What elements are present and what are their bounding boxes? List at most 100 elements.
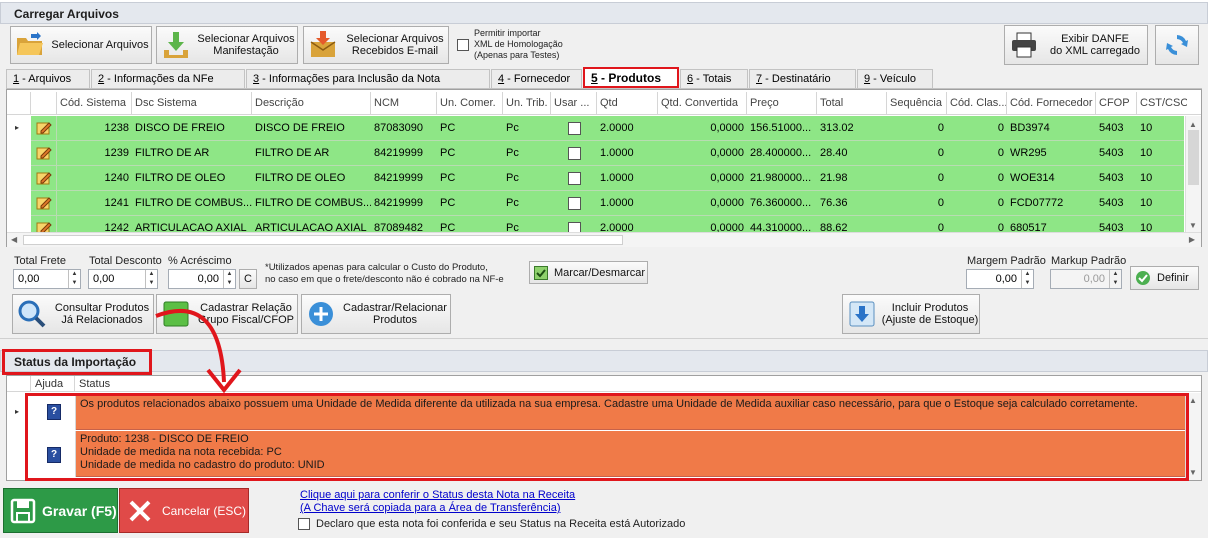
spinner-icon[interactable]: ▲ ▼ [68, 270, 80, 288]
col-header[interactable]: NCM [371, 92, 437, 114]
col-header[interactable]: CST/CSO... [1137, 92, 1187, 114]
col-header[interactable]: Qtd [597, 92, 658, 114]
vertical-scrollbar[interactable]: ▲ ▼ [1185, 116, 1201, 232]
usar-checkbox[interactable] [568, 197, 581, 210]
usar-checkbox-cell[interactable] [551, 191, 597, 216]
table-cell: 0 [997, 122, 1004, 134]
frete-input[interactable]: 0,00 ▲ ▼ [13, 269, 81, 289]
spinner-icon[interactable]: ▲ ▼ [223, 270, 235, 288]
table-cell: 10 [1140, 197, 1153, 209]
desconto-label: Total Desconto [89, 255, 162, 267]
spinner-icon[interactable]: ▲ ▼ [1021, 270, 1033, 288]
declaro-checkbox[interactable] [298, 518, 310, 530]
tab-produtos[interactable]: 5 - Produtos [583, 67, 679, 88]
usar-checkbox[interactable] [568, 122, 581, 135]
scroll-right-icon[interactable]: ▶ [1189, 235, 1195, 244]
icon-col-header [31, 92, 57, 114]
permitir-checkbox[interactable] [457, 39, 469, 51]
tab-arquivos[interactable]: 1 - Arquivos [6, 69, 90, 88]
table-cell: 1240 [104, 172, 129, 184]
col-header[interactable]: Dsc Sistema [132, 92, 252, 114]
row-indicator-header [7, 92, 31, 114]
ajuda-header[interactable]: Ajuda [31, 376, 75, 392]
help-book-icon[interactable]: ? [47, 404, 61, 420]
status-message: Produto: 1238 - DISCO DE FREIO Unidade d… [80, 433, 325, 471]
table-row[interactable]: 1239 FILTRO DE AR FILTRO DE AR 84219999 PC Pc… [31, 141, 1184, 166]
table-cell: 1.0000 [600, 197, 634, 209]
table-cell: 21.98 [820, 172, 848, 184]
table-cell: 87083090 [374, 122, 423, 134]
tab-destinatario[interactable]: 7 - Destinatário [749, 69, 856, 88]
usar-checkbox-cell[interactable] [551, 166, 597, 191]
scroll-up-icon[interactable]: ▲ [1189, 396, 1197, 405]
help-book-icon[interactable]: ? [47, 447, 61, 463]
tab-informacoes-nfe[interactable]: 2 - Informações da NFe [91, 69, 245, 88]
scroll-thumb[interactable] [1188, 130, 1199, 185]
col-header[interactable]: Preço [747, 92, 817, 114]
col-header[interactable]: Un. Trib. [503, 92, 551, 114]
scroll-down-icon[interactable]: ▼ [1189, 221, 1197, 230]
col-header[interactable]: Descrição [252, 92, 371, 114]
col-header[interactable]: Sequência [887, 92, 947, 114]
definir-button[interactable]: Definir [1130, 266, 1199, 290]
col-header[interactable]: Total [817, 92, 887, 114]
consultar-produtos-button[interactable]: Consultar Produtos Já Relacionados [12, 294, 154, 334]
selecionar-arquivos-button[interactable]: Selecionar Arquivos [10, 26, 152, 64]
usar-checkbox[interactable] [568, 172, 581, 185]
incluir-produtos-button[interactable]: Incluir Produtos (Ajuste de Estoque) [842, 294, 980, 334]
chave-copiada-link[interactable]: (A Chave será copiada para a Área de Tra… [300, 502, 560, 514]
cancelar-button[interactable]: Cancelar (ESC) [119, 488, 249, 533]
refresh-button[interactable] [1155, 25, 1199, 65]
email-button[interactable]: Selecionar Arquivos Recebidos E-mail [303, 26, 449, 64]
tab-fornecedor[interactable]: 4 - Fornecedor [491, 69, 582, 88]
table-row[interactable]: 1240 FILTRO DE OLEO FILTRO DE OLEO 84219999… [31, 166, 1184, 191]
acrescimo-input[interactable]: 0,00 ▲ ▼ [168, 269, 236, 289]
products-grid: Cód. Sistema Dsc Sistema Descrição NCM U… [6, 89, 1202, 247]
markup-input[interactable]: 0,00 ▲ ▼ [1050, 269, 1122, 289]
scroll-thumb[interactable] [23, 235, 623, 245]
gravar-button[interactable]: Gravar (F5) [3, 488, 118, 533]
scroll-up-icon[interactable]: ▲ [1189, 120, 1197, 129]
horizontal-scrollbar[interactable]: ◀ ▶ [7, 232, 1201, 247]
col-header[interactable]: Usar ... [551, 92, 597, 114]
marcar-desmarcar-button[interactable]: Marcar/Desmarcar [529, 261, 648, 284]
scroll-down-icon[interactable]: ▼ [1189, 468, 1197, 477]
spinner-icon[interactable]: ▲ ▼ [1109, 270, 1121, 288]
desconto-input[interactable]: 0,00 ▲ ▼ [88, 269, 158, 289]
usar-checkbox-cell[interactable] [551, 141, 597, 166]
col-header[interactable]: Cód. Fornecedor [1007, 92, 1096, 114]
col-header[interactable]: Qtd. Convertida [658, 92, 747, 114]
col-header[interactable]: Cód. Sistema [57, 92, 132, 114]
status-message: Os produtos relacionados abaixo possuem … [80, 398, 1138, 410]
usar-checkbox[interactable] [568, 147, 581, 160]
exibir-danfe-button[interactable]: Exibir DANFE do XML carregado [1004, 25, 1148, 65]
col-header[interactable]: CFOP [1096, 92, 1137, 114]
cadastrar-produtos-button[interactable]: Cadastrar/Relacionar Produtos [301, 294, 451, 334]
scroll-left-icon[interactable]: ◀ [11, 235, 17, 244]
table-row[interactable]: 1241 FILTRO DE COMBUS... FILTRO DE COMBUS.… [31, 191, 1184, 216]
table-cell: 76.360000... [750, 197, 812, 209]
edit-pencil-icon[interactable] [36, 145, 52, 161]
manifestacao-button[interactable]: Selecionar Arquivos Manifestação [156, 26, 298, 64]
col-header[interactable]: Un. Comer. [437, 92, 503, 114]
table-cell: 84219999 [374, 197, 423, 209]
manifestacao-label: Selecionar Arquivos Manifestação [197, 33, 295, 57]
margem-input[interactable]: 0,00 ▲ ▼ [966, 269, 1034, 289]
edit-pencil-icon[interactable] [36, 170, 52, 186]
edit-pencil-icon[interactable] [36, 195, 52, 211]
check-icon [534, 265, 548, 280]
tab-informacoes-inclusao[interactable]: 3 - Informações para Inclusão da Nota [246, 69, 490, 88]
table-cell: 2.0000 [600, 122, 634, 134]
tab-totais[interactable]: 6 - Totais [680, 69, 748, 88]
table-row[interactable]: 1238 DISCO DE FREIO DISCO DE FREIO 87083090… [31, 116, 1184, 141]
save-icon [10, 498, 36, 523]
conferir-status-link[interactable]: Clique aqui para conferir o Status desta… [300, 489, 575, 501]
tab-veiculo[interactable]: 9 - Veículo [857, 69, 933, 88]
status-scrollbar[interactable]: ▲ ▼ [1185, 393, 1201, 480]
edit-pencil-icon[interactable] [36, 120, 52, 136]
table-cell: 156.51000... [750, 122, 812, 134]
col-header[interactable]: Cód. Clas... [947, 92, 1007, 114]
usar-checkbox-cell[interactable] [551, 116, 597, 141]
spinner-icon[interactable]: ▲ ▼ [145, 270, 157, 288]
c-button[interactable]: C [239, 269, 257, 289]
